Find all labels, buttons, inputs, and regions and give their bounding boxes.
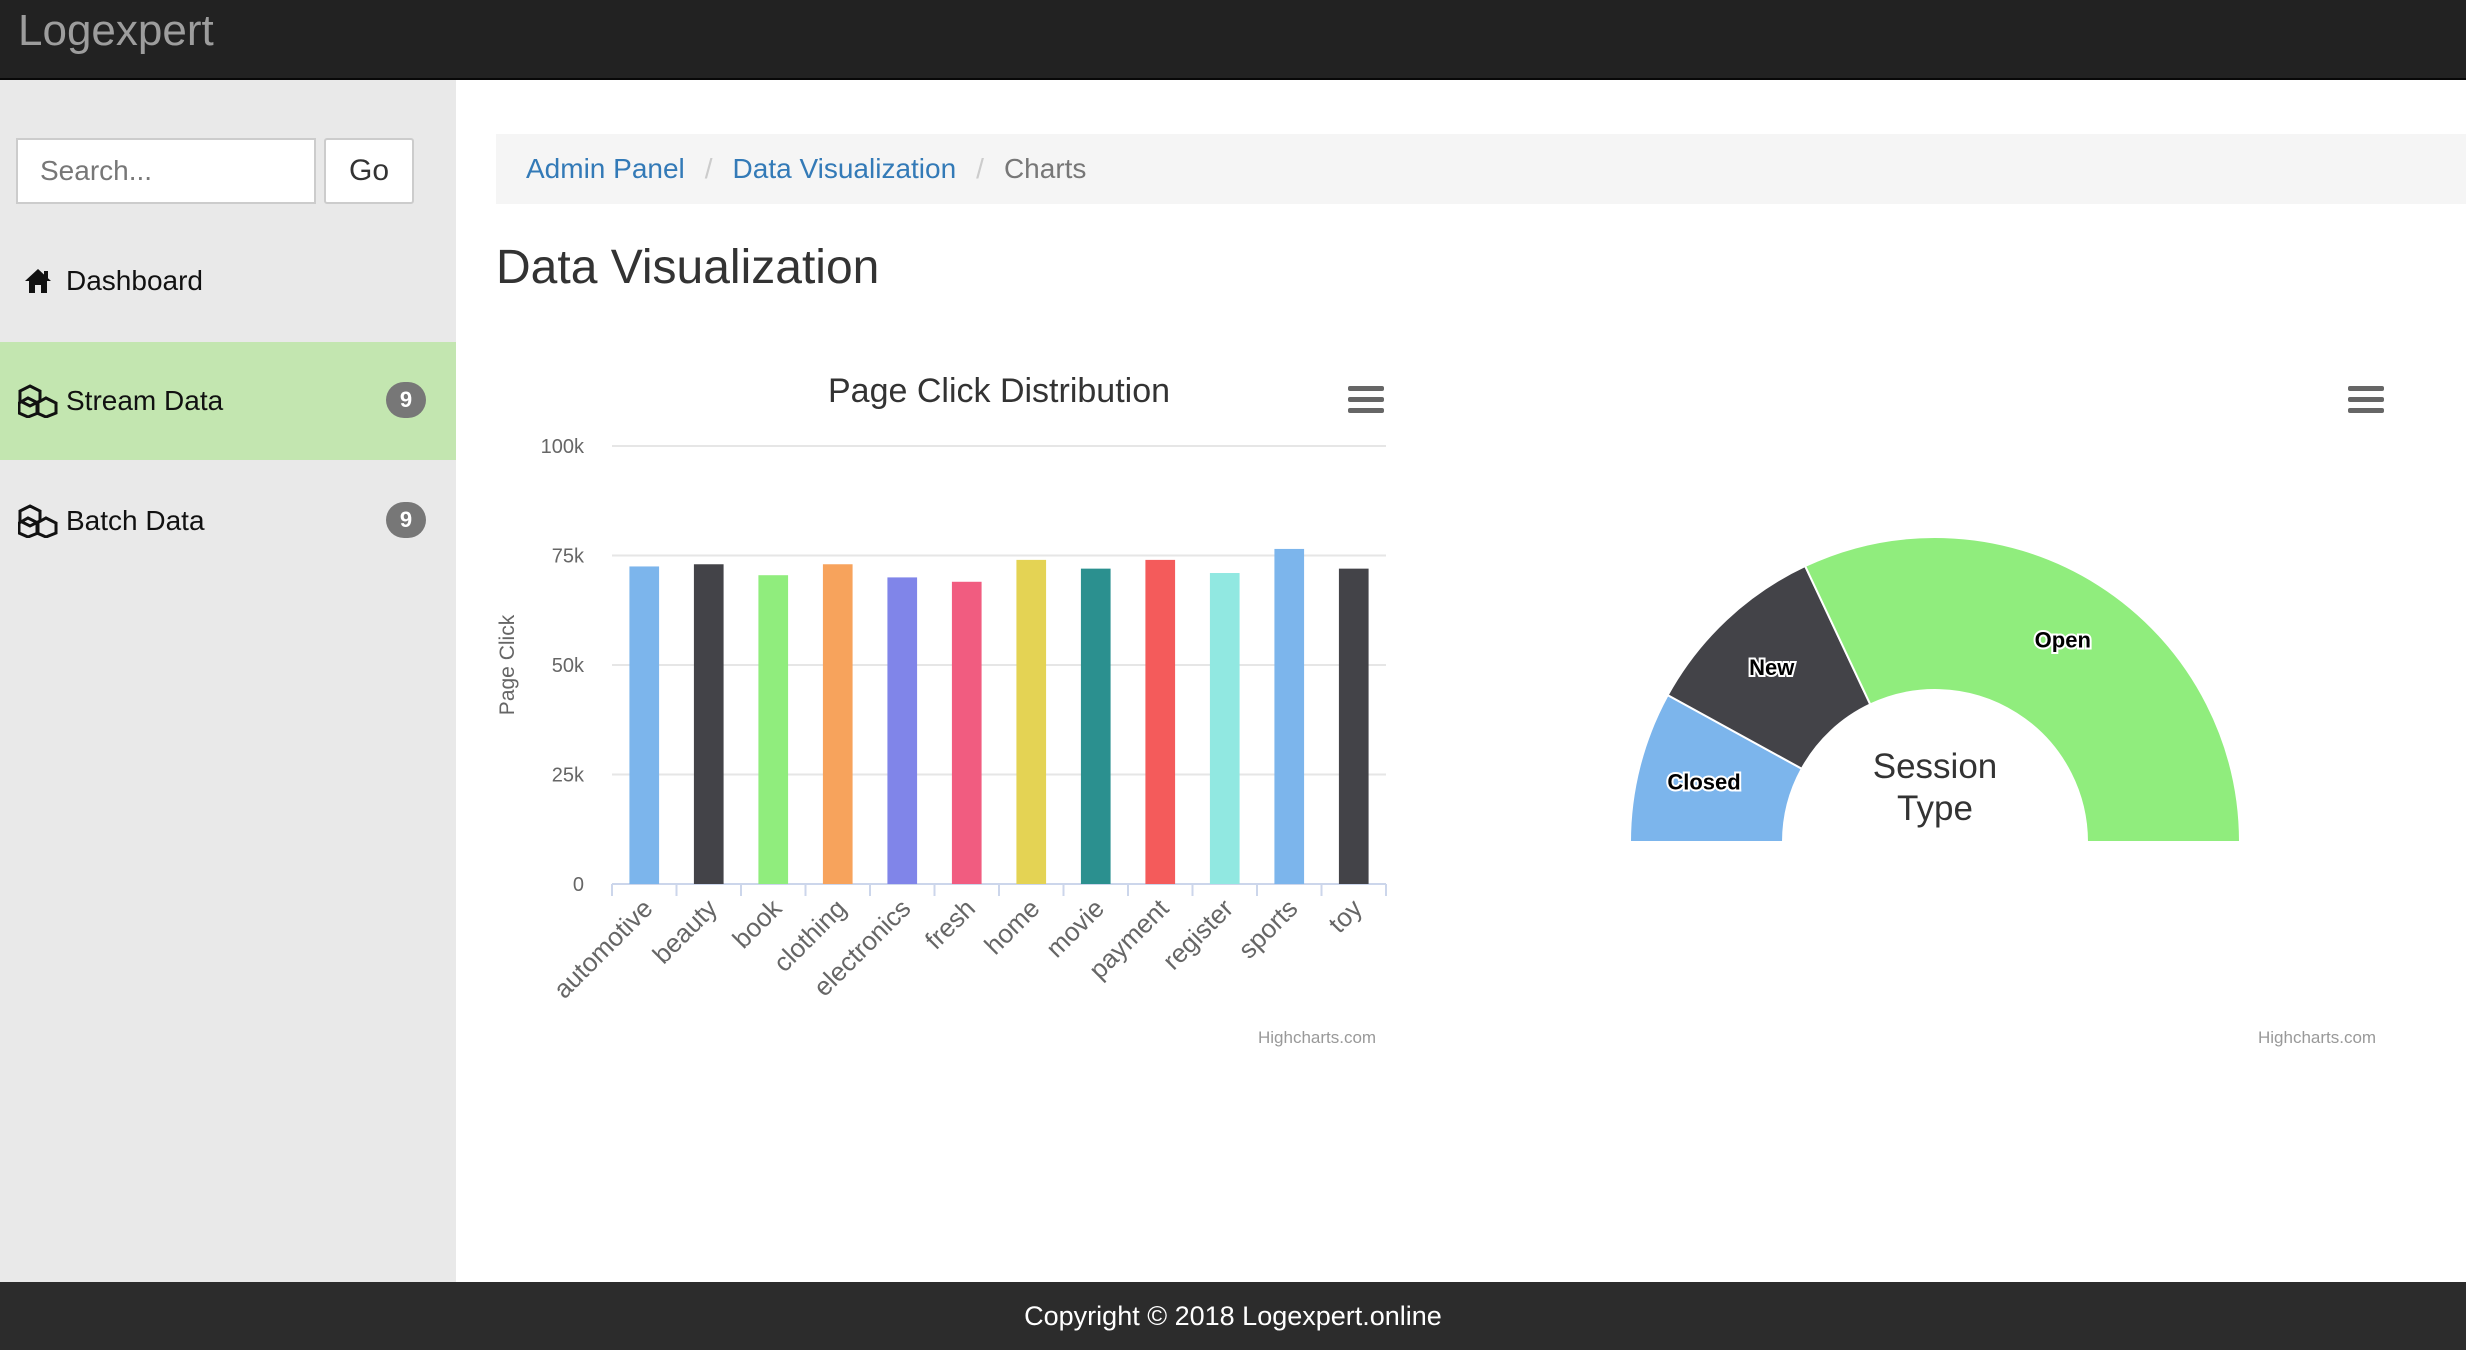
page-title: Data Visualization [496, 241, 880, 294]
bar-toy [1338, 568, 1369, 884]
x-tick-label: register [1156, 893, 1239, 976]
sidebar-item-dashboard[interactable]: Dashboard [0, 242, 456, 320]
chart-menu-icon[interactable] [2348, 386, 2384, 414]
slice-label: Open [2035, 628, 2091, 653]
bar-fresh [951, 581, 982, 884]
sidebar: Go Dashboard Stream Data 9 Batch Data 9 [0, 80, 456, 1282]
sidebar-item-batch-data[interactable]: Batch Data 9 [0, 462, 456, 580]
chart-menu-icon[interactable] [1348, 386, 1384, 414]
footer: Copyright © 2018 Logexpert.online [0, 1282, 2466, 1350]
home-icon [18, 261, 58, 301]
count-badge: 9 [386, 502, 426, 538]
breadcrumb-separator: / [976, 153, 984, 184]
top-navbar: Logexpert [0, 0, 2466, 80]
chart-title: Type [1897, 789, 1973, 828]
search-input[interactable] [16, 138, 316, 204]
slice-label: New [1749, 655, 1795, 680]
bar-register [1209, 573, 1240, 884]
y-tick-label: 50k [552, 655, 585, 677]
pie-chart: Closed New Open SessionType [1628, 536, 2242, 843]
breadcrumb-link-admin-panel[interactable]: Admin Panel [526, 153, 685, 185]
sidebar-item-label: Dashboard [66, 265, 203, 296]
bar-automotive [629, 566, 660, 884]
x-tick-label: beauty [647, 893, 723, 969]
breadcrumb-separator: / [704, 153, 713, 184]
bar-beauty [693, 564, 724, 884]
chart-credits[interactable]: Highcharts.com [2258, 1028, 2376, 1048]
chart-title: Session [1873, 747, 1998, 786]
x-tick-label: sports [1232, 893, 1303, 964]
bar-sports [1274, 548, 1305, 884]
breadcrumb-link-data-visualization[interactable]: Data Visualization [733, 153, 957, 185]
cubes-icon [18, 381, 58, 421]
y-axis-label: Page Click [496, 614, 519, 715]
count-badge: 9 [386, 382, 426, 418]
bar-payment [1145, 559, 1176, 884]
sidebar-item-label: Stream Data [66, 385, 224, 416]
bar-clothing [822, 564, 853, 884]
go-button[interactable]: Go [324, 138, 414, 204]
slice-label: Closed [1667, 770, 1740, 795]
brand-logo[interactable]: Logexpert [18, 6, 214, 56]
y-tick-label: 0 [573, 874, 584, 896]
bar-home [1016, 559, 1047, 884]
breadcrumb-current: Charts [1003, 153, 1087, 184]
x-tick-label: fresh [919, 893, 981, 955]
bar-movie [1080, 568, 1111, 884]
y-tick-label: 75k [552, 546, 585, 568]
bar-electronics [887, 577, 918, 884]
sidebar-item-label: Batch Data [66, 505, 205, 536]
x-tick-label: automotive [547, 893, 658, 1004]
bar-book [758, 575, 789, 884]
breadcrumb: Admin Panel / Data Visualization / Chart… [496, 134, 2466, 204]
x-tick-label: home [978, 893, 1045, 960]
bar-chart: Page Click Distribution 0 25k 50k 75k 100k Pag… [496, 372, 1387, 1004]
y-tick-label: 25k [552, 765, 585, 787]
cubes-icon [18, 501, 58, 541]
x-tick-label: toy [1322, 893, 1368, 939]
y-tick-label: 100k [541, 436, 585, 458]
pie-chart-panel: Closed New Open Session Type Highcharts.com [1490, 350, 2410, 1070]
sidebar-item-stream-data[interactable]: Stream Data 9 [0, 342, 456, 460]
slice-open [1803, 536, 2242, 843]
bar-chart-panel: Page Click Distribution 0 25k 50k 75k 100k Pag… [486, 350, 1396, 1070]
chart-title: Page Click Distribution [828, 372, 1170, 410]
chart-credits[interactable]: Highcharts.com [1258, 1028, 1376, 1048]
